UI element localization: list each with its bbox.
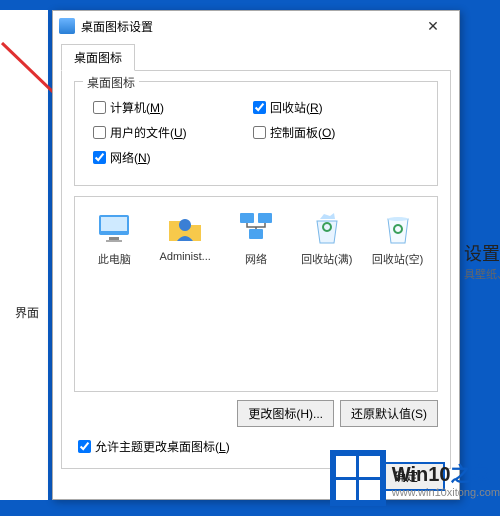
monitor-icon <box>94 207 134 247</box>
close-button[interactable]: ✕ <box>413 18 453 35</box>
icon-user-folder[interactable]: Administ... <box>152 207 218 267</box>
app-icon <box>59 18 75 34</box>
checkbox-computer[interactable]: 计算机(M) <box>89 98 249 117</box>
checkbox-recycle-input[interactable] <box>253 101 266 114</box>
checkbox-user-files[interactable]: 用户的文件(U) <box>89 123 249 142</box>
windows-logo-icon <box>330 450 386 506</box>
checkbox-network[interactable]: 网络(N) <box>89 148 249 167</box>
checkbox-recycle-bin[interactable]: 回收站(R) <box>249 98 409 117</box>
background-subtext: 具壁纸、声音 <box>464 266 500 282</box>
group-legend: 桌面图标 <box>83 74 139 91</box>
tab-desktop-icons[interactable]: 桌面图标 <box>61 44 135 71</box>
watermark-title: Win10之家 <box>392 458 500 487</box>
titlebar: 桌面图标设置 ✕ <box>53 11 459 41</box>
group-desktop-icons: 桌面图标 计算机(M) 回收站(R) 用户的文件(U) 控制 <box>74 81 438 186</box>
change-icon-button[interactable]: 更改图标(H)... <box>237 400 334 427</box>
checkbox-network-input[interactable] <box>93 151 106 164</box>
icon-recycle-full[interactable]: 回收站(满) <box>294 207 360 267</box>
icon-recycle-empty[interactable]: 回收站(空) <box>365 207 431 267</box>
tab-body: 桌面图标 计算机(M) 回收站(R) 用户的文件(U) 控制 <box>61 71 451 469</box>
watermark-url: www.win10xitong.com <box>392 487 500 499</box>
network-icon <box>236 207 276 247</box>
background-label-jiemian: 界面 <box>15 304 39 321</box>
icon-this-pc[interactable]: 此电脑 <box>81 207 147 267</box>
checkbox-computer-input[interactable] <box>93 101 106 114</box>
icon-preview-box: 此电脑 Administ... 网络 <box>74 196 438 392</box>
desktop-icon-settings-dialog: 桌面图标设置 ✕ 桌面图标 桌面图标 计算机(M) 回收站(R) 用户的 <box>52 10 460 500</box>
checkbox-control-panel[interactable]: 控制面板(O) <box>249 123 409 142</box>
background-heading-settings: 设置 <box>464 240 500 266</box>
restore-default-button[interactable]: 还原默认值(S) <box>340 400 438 427</box>
background-panel-left <box>0 10 48 500</box>
icon-network[interactable]: 网络 <box>223 207 289 267</box>
checkbox-allow-theme-input[interactable] <box>78 440 91 453</box>
checkbox-control-panel-input[interactable] <box>253 126 266 139</box>
tab-bar: 桌面图标 <box>61 43 451 71</box>
recycle-bin-empty-icon <box>378 207 418 247</box>
dialog-title: 桌面图标设置 <box>81 18 413 35</box>
checkbox-user-files-input[interactable] <box>93 126 106 139</box>
user-folder-icon <box>165 207 205 247</box>
recycle-bin-full-icon <box>307 207 347 247</box>
watermark: Win10之家 www.win10xitong.com <box>330 450 500 506</box>
